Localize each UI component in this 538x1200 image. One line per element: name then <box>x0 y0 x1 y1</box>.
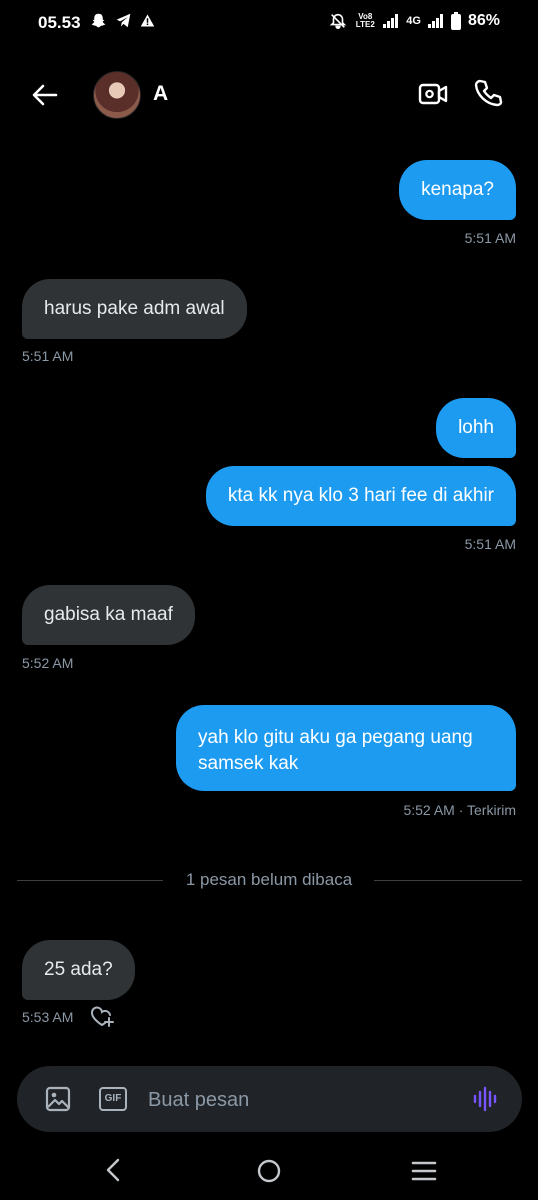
battery-percent: 86% <box>467 12 500 29</box>
contact-name[interactable]: A <box>153 82 168 106</box>
nav-home-icon[interactable] <box>256 1158 282 1184</box>
message-timestamp: 5:51 AM <box>22 348 74 364</box>
signal-icon <box>383 14 399 28</box>
nav-back-icon[interactable] <box>100 1156 128 1184</box>
message-bubble-sent[interactable]: kenapa? <box>399 160 516 220</box>
battery-icon <box>450 12 461 30</box>
status-time: 05.53 <box>38 13 81 32</box>
video-call-icon[interactable] <box>417 78 449 110</box>
message-bubble-sent[interactable]: kta kk nya klo 3 hari fee di akhir <box>205 466 516 526</box>
network-label: 4G <box>406 15 421 27</box>
back-arrow-icon[interactable] <box>30 80 60 110</box>
message-bubble-sent[interactable]: yah klo gitu aku ga pegang uang samsek k… <box>176 705 516 791</box>
message-bubble-received[interactable]: harus pake adm awal <box>22 279 247 339</box>
message-bubble-received[interactable]: 25 ada? <box>22 940 135 1000</box>
mute-icon <box>330 13 347 29</box>
message-bubble-received[interactable]: gabisa ka maaf <box>22 585 195 645</box>
message-timestamp: 5:53 AM <box>22 1009 74 1025</box>
voice-message-icon[interactable] <box>472 1085 500 1113</box>
message-timestamp: 5:51 AM <box>464 536 516 552</box>
heart-plus-icon[interactable] <box>90 1006 114 1028</box>
system-nav-bar <box>0 1142 538 1200</box>
message-input[interactable] <box>146 1083 450 1117</box>
nav-recents-icon[interactable] <box>410 1158 438 1184</box>
message-bubble-sent[interactable]: lohh <box>436 398 516 458</box>
phone-icon[interactable] <box>472 77 504 109</box>
message-composer: GIF <box>17 1066 522 1132</box>
gif-button[interactable]: GIF <box>99 1087 127 1111</box>
status-bar: 05.53 Vo8 LTE2 4G 86% <box>0 0 538 44</box>
conversation-header: A <box>0 60 538 128</box>
message-timestamp-status: 5:52 AM · Terkirim <box>403 802 516 818</box>
snapchat-icon <box>91 13 106 28</box>
image-icon[interactable] <box>44 1085 72 1113</box>
telegram-icon <box>116 13 131 28</box>
avatar[interactable] <box>93 71 141 119</box>
signal-icon <box>427 14 443 28</box>
message-timestamp: 5:52 AM <box>22 655 74 671</box>
message-timestamp: 5:51 AM <box>464 230 516 246</box>
volte-label: Vo8 LTE2 <box>355 12 375 29</box>
alert-icon <box>140 14 155 27</box>
divider-line-right <box>374 880 522 881</box>
